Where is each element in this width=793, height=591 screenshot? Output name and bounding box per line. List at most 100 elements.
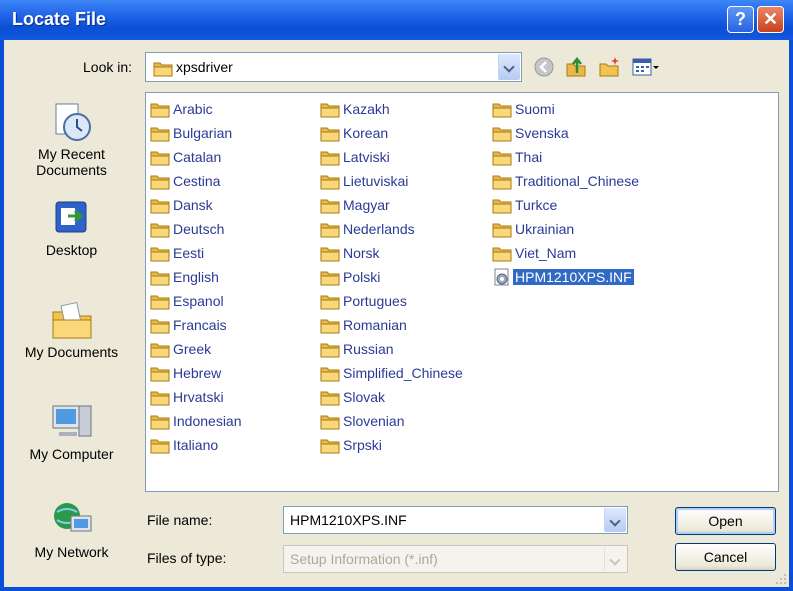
place-my-documents[interactable]: My Documents <box>4 298 139 360</box>
folder-icon <box>320 364 340 382</box>
folder-name: Norsk <box>343 245 380 262</box>
folder-item[interactable]: Srpski <box>320 433 384 455</box>
folder-item[interactable]: Nederlands <box>320 217 417 239</box>
locate-file-dialog: Locate File ? ✕ Look in: xpsdriver My Re… <box>0 0 793 591</box>
look-in-dropdown-arrow[interactable] <box>498 54 520 80</box>
folder-item[interactable]: Deutsch <box>150 217 226 239</box>
folder-name: Indonesian <box>173 413 242 430</box>
folder-item[interactable]: Romanian <box>320 313 409 335</box>
folder-name: Deutsch <box>173 221 225 238</box>
folder-name: Catalan <box>173 149 222 166</box>
folder-item[interactable]: Slovenian <box>320 409 407 431</box>
folder-item[interactable]: Portugues <box>320 289 409 311</box>
folder-item[interactable]: Arabic <box>150 97 215 119</box>
folder-icon <box>320 268 340 286</box>
folder-icon <box>320 436 340 454</box>
resize-grip-icon[interactable] <box>775 573 787 585</box>
folder-item[interactable]: Lietuviskai <box>320 169 410 191</box>
folder-icon <box>492 244 512 262</box>
folder-item[interactable]: Espanol <box>150 289 226 311</box>
folder-icon <box>492 172 512 190</box>
folder-item[interactable]: Russian <box>320 337 396 359</box>
folder-icon <box>150 388 170 406</box>
title-bar[interactable]: Locate File ? ✕ <box>0 0 793 40</box>
place-my-recent-documents[interactable]: My Recent Documents <box>4 100 139 178</box>
folder-item[interactable]: Turkce <box>492 193 559 215</box>
window-title: Locate File <box>12 9 107 29</box>
folder-item[interactable]: Kazakh <box>320 97 392 119</box>
folder-icon <box>320 316 340 334</box>
folder-icon <box>150 196 170 214</box>
folder-item[interactable]: Hebrew <box>150 361 223 383</box>
folder-item[interactable]: Slovak <box>320 385 387 407</box>
file-name-dropdown-arrow[interactable] <box>604 508 626 532</box>
new-folder-icon[interactable] <box>598 55 622 79</box>
folder-name: Korean <box>343 125 389 142</box>
folder-item[interactable]: Svenska <box>492 121 571 143</box>
look-in-label: Look in: <box>83 59 133 75</box>
file-name-combo[interactable]: HPM1210XPS.INF <box>283 506 628 534</box>
back-icon[interactable] <box>532 55 556 79</box>
folder-item[interactable]: Magyar <box>320 193 392 215</box>
folder-icon <box>320 220 340 238</box>
folder-item[interactable]: Korean <box>320 121 390 143</box>
help-button[interactable]: ? <box>727 6 754 33</box>
up-one-level-icon[interactable] <box>564 55 588 79</box>
folder-item[interactable]: Simplified_Chinese <box>320 361 465 383</box>
folder-item[interactable]: Eesti <box>150 241 206 263</box>
folder-item[interactable]: Ukrainian <box>492 217 576 239</box>
folder-name: Dansk <box>173 197 213 214</box>
place-label: My Recent Documents <box>36 146 107 178</box>
file-name-input[interactable]: HPM1210XPS.INF <box>290 512 407 528</box>
folder-name: Nederlands <box>343 221 415 238</box>
setup-information-file-icon <box>494 268 509 286</box>
folder-name: Viet_Nam <box>515 245 577 262</box>
folder-item[interactable]: Indonesian <box>150 409 244 431</box>
folder-item[interactable]: Dansk <box>150 193 215 215</box>
folder-name: Slovenian <box>343 413 405 430</box>
folder-item[interactable]: Bulgarian <box>150 121 234 143</box>
folder-name: Simplified_Chinese <box>343 365 463 382</box>
folder-item[interactable]: Cestina <box>150 169 222 191</box>
folder-item[interactable]: Thai <box>492 145 544 167</box>
folder-name: Eesti <box>173 245 205 262</box>
folder-icon <box>320 412 340 430</box>
folder-item[interactable]: Viet_Nam <box>492 241 578 263</box>
folder-icon <box>150 220 170 238</box>
files-of-type-dropdown-arrow[interactable] <box>604 547 626 571</box>
close-button[interactable]: ✕ <box>757 6 784 33</box>
folder-item[interactable]: Greek <box>150 337 213 359</box>
look-in-value: xpsdriver <box>176 59 233 75</box>
folder-item[interactable]: Hrvatski <box>150 385 226 407</box>
place-desktop[interactable]: Desktop <box>4 196 139 258</box>
place-my-computer[interactable]: My Computer <box>4 400 139 462</box>
folder-item[interactable]: Traditional_Chinese <box>492 169 641 191</box>
folder-icon <box>492 220 512 238</box>
place-my-network[interactable]: My Network <box>4 498 139 560</box>
folder-name: Srpski <box>343 437 382 454</box>
cancel-button[interactable]: Cancel <box>675 543 776 571</box>
files-of-type-combo[interactable]: Setup Information (*.inf) <box>283 545 628 573</box>
folder-name: Hebrew <box>173 365 222 382</box>
folder-item[interactable]: Latviski <box>320 145 392 167</box>
folder-item[interactable]: English <box>150 265 221 287</box>
folder-icon <box>492 148 512 166</box>
file-list[interactable]: Arabic Bulgarian Catalan Cestina Dansk Deutsc… <box>145 92 779 492</box>
folder-name: Thai <box>515 149 543 166</box>
look-in-combo[interactable]: xpsdriver <box>145 52 522 82</box>
folder-item[interactable]: Suomi <box>492 97 557 119</box>
file-name-label: File name: <box>147 512 213 528</box>
folder-icon <box>153 59 173 77</box>
folder-icon <box>492 100 512 118</box>
folder-item[interactable]: Polski <box>320 265 382 287</box>
folder-item[interactable]: Francais <box>150 313 229 335</box>
folder-item[interactable]: Italiano <box>150 433 220 455</box>
folder-item[interactable]: Catalan <box>150 145 223 167</box>
folder-name: Slovak <box>343 389 386 406</box>
selected-file-item[interactable]: HPM1210XPS.INF <box>492 265 634 287</box>
folder-item[interactable]: Norsk <box>320 241 382 263</box>
open-button[interactable]: Open <box>675 507 776 535</box>
folder-icon <box>150 412 170 430</box>
place-label: My Documents <box>24 344 119 360</box>
view-menu-icon[interactable] <box>631 55 661 79</box>
